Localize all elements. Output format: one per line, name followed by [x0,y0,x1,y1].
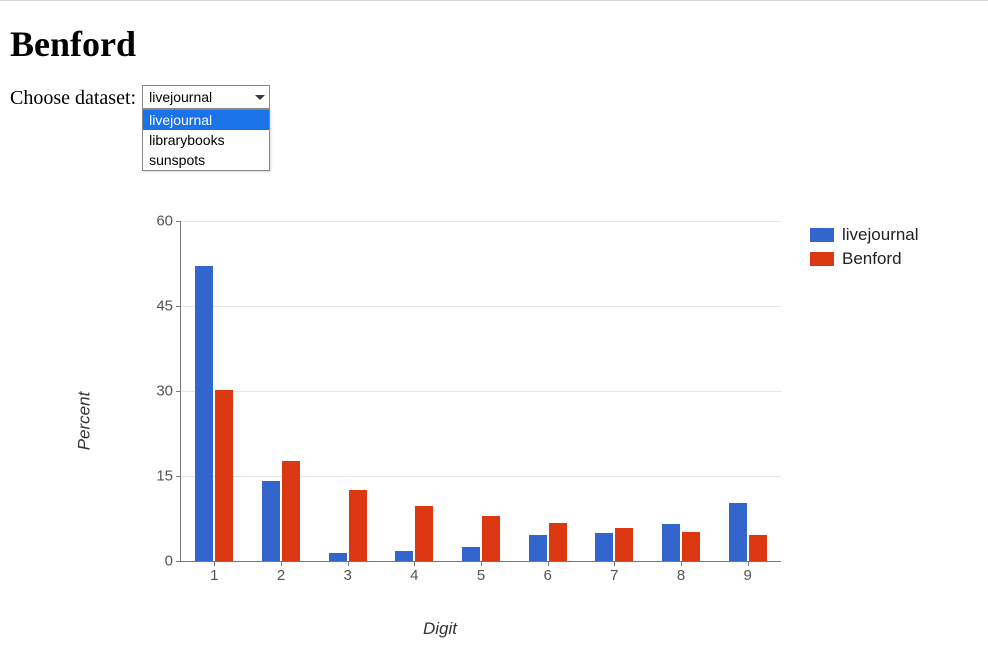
bar [282,461,300,561]
bar [415,506,433,561]
dataset-label: Choose dataset: [10,85,136,110]
y-tick-label: 15 [156,468,181,485]
chart-legend: livejournal Benford [810,225,919,273]
dataset-dropdown: livejournal librarybooks sunspots [142,109,270,171]
legend-item-series1: Benford [810,249,919,269]
dataset-option-librarybooks[interactable]: librarybooks [143,130,269,150]
dataset-control: Choose dataset: livejournal livejournal … [10,85,978,110]
y-axis-title: Percent [74,392,94,451]
bar [729,503,747,561]
dataset-select-value: livejournal [149,89,212,105]
legend-swatch-icon [810,252,834,266]
x-tick-label: 3 [343,561,351,584]
bar [349,490,367,561]
plot-area: 015304560123456789 [180,221,781,562]
bar [262,481,280,561]
legend-item-series0: livejournal [810,225,919,245]
bar [662,524,680,561]
page-title: Benford [10,23,978,65]
legend-label: livejournal [842,225,919,245]
x-tick-label: 5 [477,561,485,584]
x-tick-label: 8 [677,561,685,584]
bar [195,266,213,561]
y-tick-label: 60 [156,213,181,230]
dataset-option-livejournal[interactable]: livejournal [143,110,269,130]
bar [749,535,767,561]
gridline [181,306,781,307]
bar [462,547,480,561]
y-tick-label: 30 [156,383,181,400]
bar [215,390,233,561]
chevron-down-icon [255,95,265,100]
benford-chart: Percent 015304560123456789 livejournal B… [110,211,960,631]
bar [682,532,700,561]
bar [482,516,500,561]
legend-swatch-icon [810,228,834,242]
x-tick-label: 2 [277,561,285,584]
x-tick-label: 6 [543,561,551,584]
legend-label: Benford [842,249,902,269]
x-tick-label: 7 [610,561,618,584]
bar [595,533,613,561]
dataset-select[interactable]: livejournal [142,85,270,109]
gridline [181,476,781,477]
bar [615,528,633,561]
x-tick-label: 9 [743,561,751,584]
bar [529,535,547,561]
bar [395,551,413,561]
gridline [181,221,781,222]
x-tick-label: 1 [210,561,218,584]
y-tick-label: 45 [156,298,181,315]
x-tick-label: 4 [410,561,418,584]
dataset-option-sunspots[interactable]: sunspots [143,150,269,170]
bar [329,553,347,562]
gridline [181,391,781,392]
y-tick-label: 0 [165,553,181,570]
x-axis-title: Digit [110,619,770,639]
bar [549,523,567,561]
